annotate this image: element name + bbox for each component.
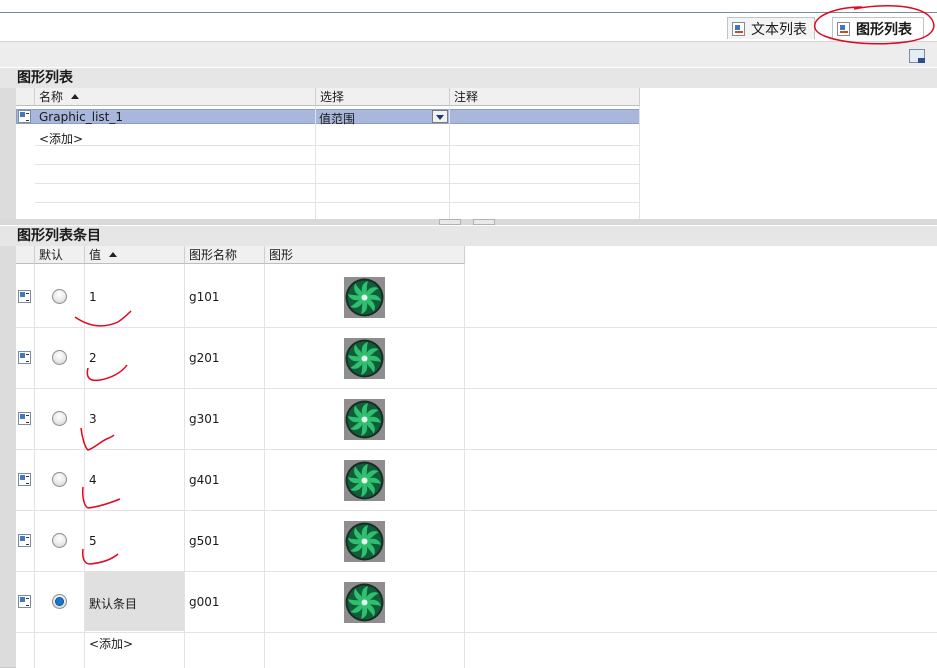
- splitter-up-button[interactable]: [439, 219, 461, 225]
- column-header-selection-label: 选择: [320, 89, 345, 104]
- column-header-comment-label: 注释: [454, 89, 479, 104]
- panel-splitter[interactable]: [0, 219, 937, 225]
- grid-line: [449, 106, 450, 220]
- header-icon-col: [16, 246, 35, 264]
- sort-ascending-icon: [71, 94, 80, 99]
- graphic-entry-icon: [18, 534, 31, 547]
- column-header-name[interactable]: 名称: [35, 88, 316, 106]
- tab-graphic-list-label: 图形列表: [856, 21, 912, 38]
- default-radio-selected[interactable]: [52, 594, 67, 609]
- entry-graphic-name[interactable]: g101: [189, 290, 220, 304]
- column-header-graphic-label: 图形: [269, 247, 294, 262]
- column-header-graphic-name[interactable]: 图形名称: [185, 246, 265, 264]
- entry-graphic-name[interactable]: g301: [189, 412, 220, 426]
- entry-value[interactable]: 5: [89, 534, 97, 548]
- toolbar: [0, 41, 937, 67]
- column-header-name-label: 名称: [39, 89, 64, 104]
- grid-line: [16, 571, 937, 572]
- grid-line: [16, 388, 937, 389]
- graphic-list-row-icon: [18, 110, 31, 123]
- default-radio[interactable]: [52, 350, 67, 365]
- fan-graphic-icon[interactable]: [344, 521, 385, 562]
- entries-section-title: 图形列表条目: [0, 226, 937, 246]
- entry-graphic-name[interactable]: g401: [189, 473, 220, 487]
- grid-line: [84, 264, 85, 668]
- toolbar-settings-icon[interactable]: [909, 49, 925, 63]
- grid-line: [34, 264, 35, 668]
- grid-line: [16, 449, 937, 450]
- grid-line: [35, 164, 640, 165]
- column-header-value-label: 值: [89, 247, 102, 262]
- graphic-entry-icon: [18, 412, 31, 425]
- graphic-list-icon: [837, 21, 850, 36]
- default-radio[interactable]: [52, 289, 67, 304]
- tab-graphic-list[interactable]: 图形列表: [832, 17, 924, 39]
- column-header-graphic[interactable]: 图形: [265, 246, 465, 264]
- entry-value[interactable]: 4: [89, 473, 97, 487]
- graphic-list-selection[interactable]: 值范围: [319, 110, 355, 127]
- default-radio[interactable]: [52, 533, 67, 548]
- fan-graphic-icon[interactable]: [344, 338, 385, 379]
- graphic-entry-icon: [18, 351, 31, 364]
- entry-value[interactable]: 3: [89, 412, 97, 426]
- entry-graphic-name[interactable]: g001: [189, 595, 220, 609]
- dropdown-arrow-icon[interactable]: [432, 110, 448, 123]
- column-header-value[interactable]: 值: [85, 246, 185, 264]
- fan-graphic-icon[interactable]: [344, 582, 385, 623]
- entry-value[interactable]: 1: [89, 290, 97, 304]
- add-entry[interactable]: <添加>: [89, 635, 133, 652]
- grid-line: [264, 264, 265, 668]
- grid-line: [184, 264, 185, 668]
- graphic-lists-section-title: 图形列表: [0, 68, 937, 88]
- grid-line: [16, 632, 937, 633]
- column-header-comment[interactable]: 注释: [450, 88, 640, 106]
- grid-line: [639, 106, 640, 220]
- column-header-default-label: 默认: [39, 247, 64, 262]
- graphic-list-name[interactable]: Graphic_list_1: [39, 110, 123, 124]
- graphic-entry-icon: [18, 290, 31, 303]
- header-icon-col: [16, 88, 35, 106]
- entry-graphic-name[interactable]: g201: [189, 351, 220, 365]
- column-header-default[interactable]: 默认: [35, 246, 85, 264]
- entry-graphic-name[interactable]: g501: [189, 534, 220, 548]
- default-radio[interactable]: [52, 411, 67, 426]
- row-gutter: [0, 88, 16, 220]
- grid-line: [16, 510, 937, 511]
- graphic-list-editor: 文本列表 图形列表 图形列表 名称 选择 注释 Graphic_list_1 值…: [0, 0, 937, 668]
- sort-ascending-icon: [109, 252, 118, 257]
- text-list-icon: [732, 21, 745, 36]
- graphic-entry-icon: [18, 473, 31, 486]
- fan-graphic-icon[interactable]: [344, 460, 385, 501]
- column-header-graphic-name-label: 图形名称: [189, 247, 238, 262]
- graphic-lists-table: 名称 选择 注释 Graphic_list_1 值范围 <添加>: [0, 88, 937, 220]
- grid-line: [16, 327, 937, 328]
- fan-graphic-icon[interactable]: [344, 277, 385, 318]
- fan-graphic-icon[interactable]: [344, 399, 385, 440]
- grid-line: [464, 264, 465, 668]
- grid-line: [35, 202, 640, 203]
- column-header-selection[interactable]: 选择: [316, 88, 450, 106]
- tab-text-list[interactable]: 文本列表: [727, 17, 815, 39]
- grid-line: [35, 183, 640, 184]
- tab-text-list-label: 文本列表: [751, 21, 807, 38]
- entry-value[interactable]: 默认条目: [89, 595, 137, 612]
- graphic-entry-icon: [18, 595, 31, 608]
- entries-table: 默认 值 图形名称 图形 1 g101 2 g201 3 g301 4 g401…: [0, 246, 937, 668]
- splitter-down-button[interactable]: [473, 219, 495, 225]
- default-radio[interactable]: [52, 472, 67, 487]
- entry-value[interactable]: 2: [89, 351, 97, 365]
- grid-line: [315, 106, 316, 220]
- grid-line: [35, 145, 640, 146]
- row-gutter: [0, 246, 16, 668]
